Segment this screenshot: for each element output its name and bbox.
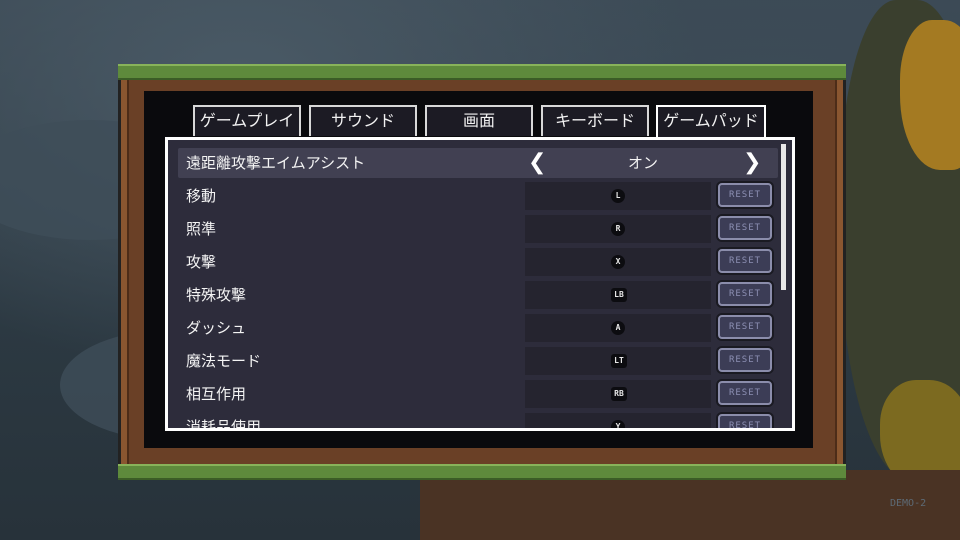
reset-button[interactable]: RESET	[718, 282, 772, 306]
reset-button[interactable]: RESET	[718, 414, 772, 428]
binding-label: 魔法モード	[186, 352, 262, 370]
binding-slot[interactable]: X	[525, 248, 711, 276]
binding-label: 攻撃	[186, 253, 217, 271]
binding-label: 特殊攻撃	[186, 286, 247, 304]
gamepad-button-icon: LB	[611, 288, 627, 302]
chevron-left-icon[interactable]: ❮	[528, 148, 546, 178]
binding-slot[interactable]: RB	[525, 380, 711, 408]
gamepad-button-icon: RB	[611, 387, 627, 401]
binding-slot[interactable]: LT	[525, 347, 711, 375]
gamepad-button-icon: LT	[611, 354, 627, 368]
reset-button[interactable]: RESET	[718, 315, 772, 339]
demo-watermark: DEMO-2	[890, 498, 927, 509]
tab-gameplay[interactable]: ゲームプレイ	[193, 105, 301, 136]
gamepad-button-icon: X	[611, 255, 625, 269]
scrollbar[interactable]	[781, 144, 786, 290]
aim-assist-label: 遠距離攻撃エイムアシスト	[186, 154, 366, 172]
reset-button[interactable]: RESET	[718, 249, 772, 273]
gamepad-button-icon: A	[611, 321, 625, 335]
binding-label: ダッシュ	[186, 319, 247, 337]
binding-row[interactable]: 移動 L RESET	[178, 181, 778, 211]
gamepad-button-icon: L	[611, 189, 625, 203]
binding-slot[interactable]: L	[525, 182, 711, 210]
gamepad-settings-panel: 遠距離攻撃エイムアシスト ❮ オン ❯ 移動 L RESET 照準 R RESET 攻撃 X R…	[165, 137, 795, 431]
tab-sound[interactable]: サウンド	[309, 105, 417, 136]
binding-row[interactable]: 相互作用 RB RESET	[178, 379, 778, 409]
binding-slot[interactable]: A	[525, 314, 711, 342]
binding-row[interactable]: ダッシュ A RESET	[178, 313, 778, 343]
binding-slot[interactable]: Y	[525, 413, 711, 428]
binding-label: 消耗品使用	[186, 418, 262, 431]
binding-slot[interactable]: LB	[525, 281, 711, 309]
binding-slot[interactable]: R	[525, 215, 711, 243]
binding-label: 相互作用	[186, 385, 247, 403]
binding-row[interactable]: 魔法モード LT RESET	[178, 346, 778, 376]
chevron-right-icon[interactable]: ❯	[743, 148, 761, 178]
binding-label: 照準	[186, 220, 217, 238]
tab-display[interactable]: 画面	[425, 105, 533, 136]
tab-keyboard[interactable]: キーボード	[541, 105, 649, 136]
reset-button[interactable]: RESET	[718, 348, 772, 372]
ground	[420, 470, 960, 540]
gamepad-button-icon: R	[611, 222, 625, 236]
tab-gamepad[interactable]: ゲームパッド	[656, 105, 766, 139]
binding-row[interactable]: 照準 R RESET	[178, 214, 778, 244]
binding-label: 移動	[186, 187, 217, 205]
binding-row[interactable]: 消耗品使用 Y RESET	[178, 412, 778, 431]
binding-row[interactable]: 攻撃 X RESET	[178, 247, 778, 277]
reset-button[interactable]: RESET	[718, 183, 772, 207]
aim-assist-value: オン	[627, 154, 658, 172]
gamepad-button-icon: Y	[611, 420, 625, 428]
reset-button[interactable]: RESET	[718, 216, 772, 240]
aim-assist-row[interactable]: 遠距離攻撃エイムアシスト ❮ オン ❯	[178, 148, 778, 178]
reset-button[interactable]: RESET	[718, 381, 772, 405]
grass-border-top	[118, 64, 846, 80]
binding-row[interactable]: 特殊攻撃 LB RESET	[178, 280, 778, 310]
grass-border-bottom	[118, 464, 846, 480]
